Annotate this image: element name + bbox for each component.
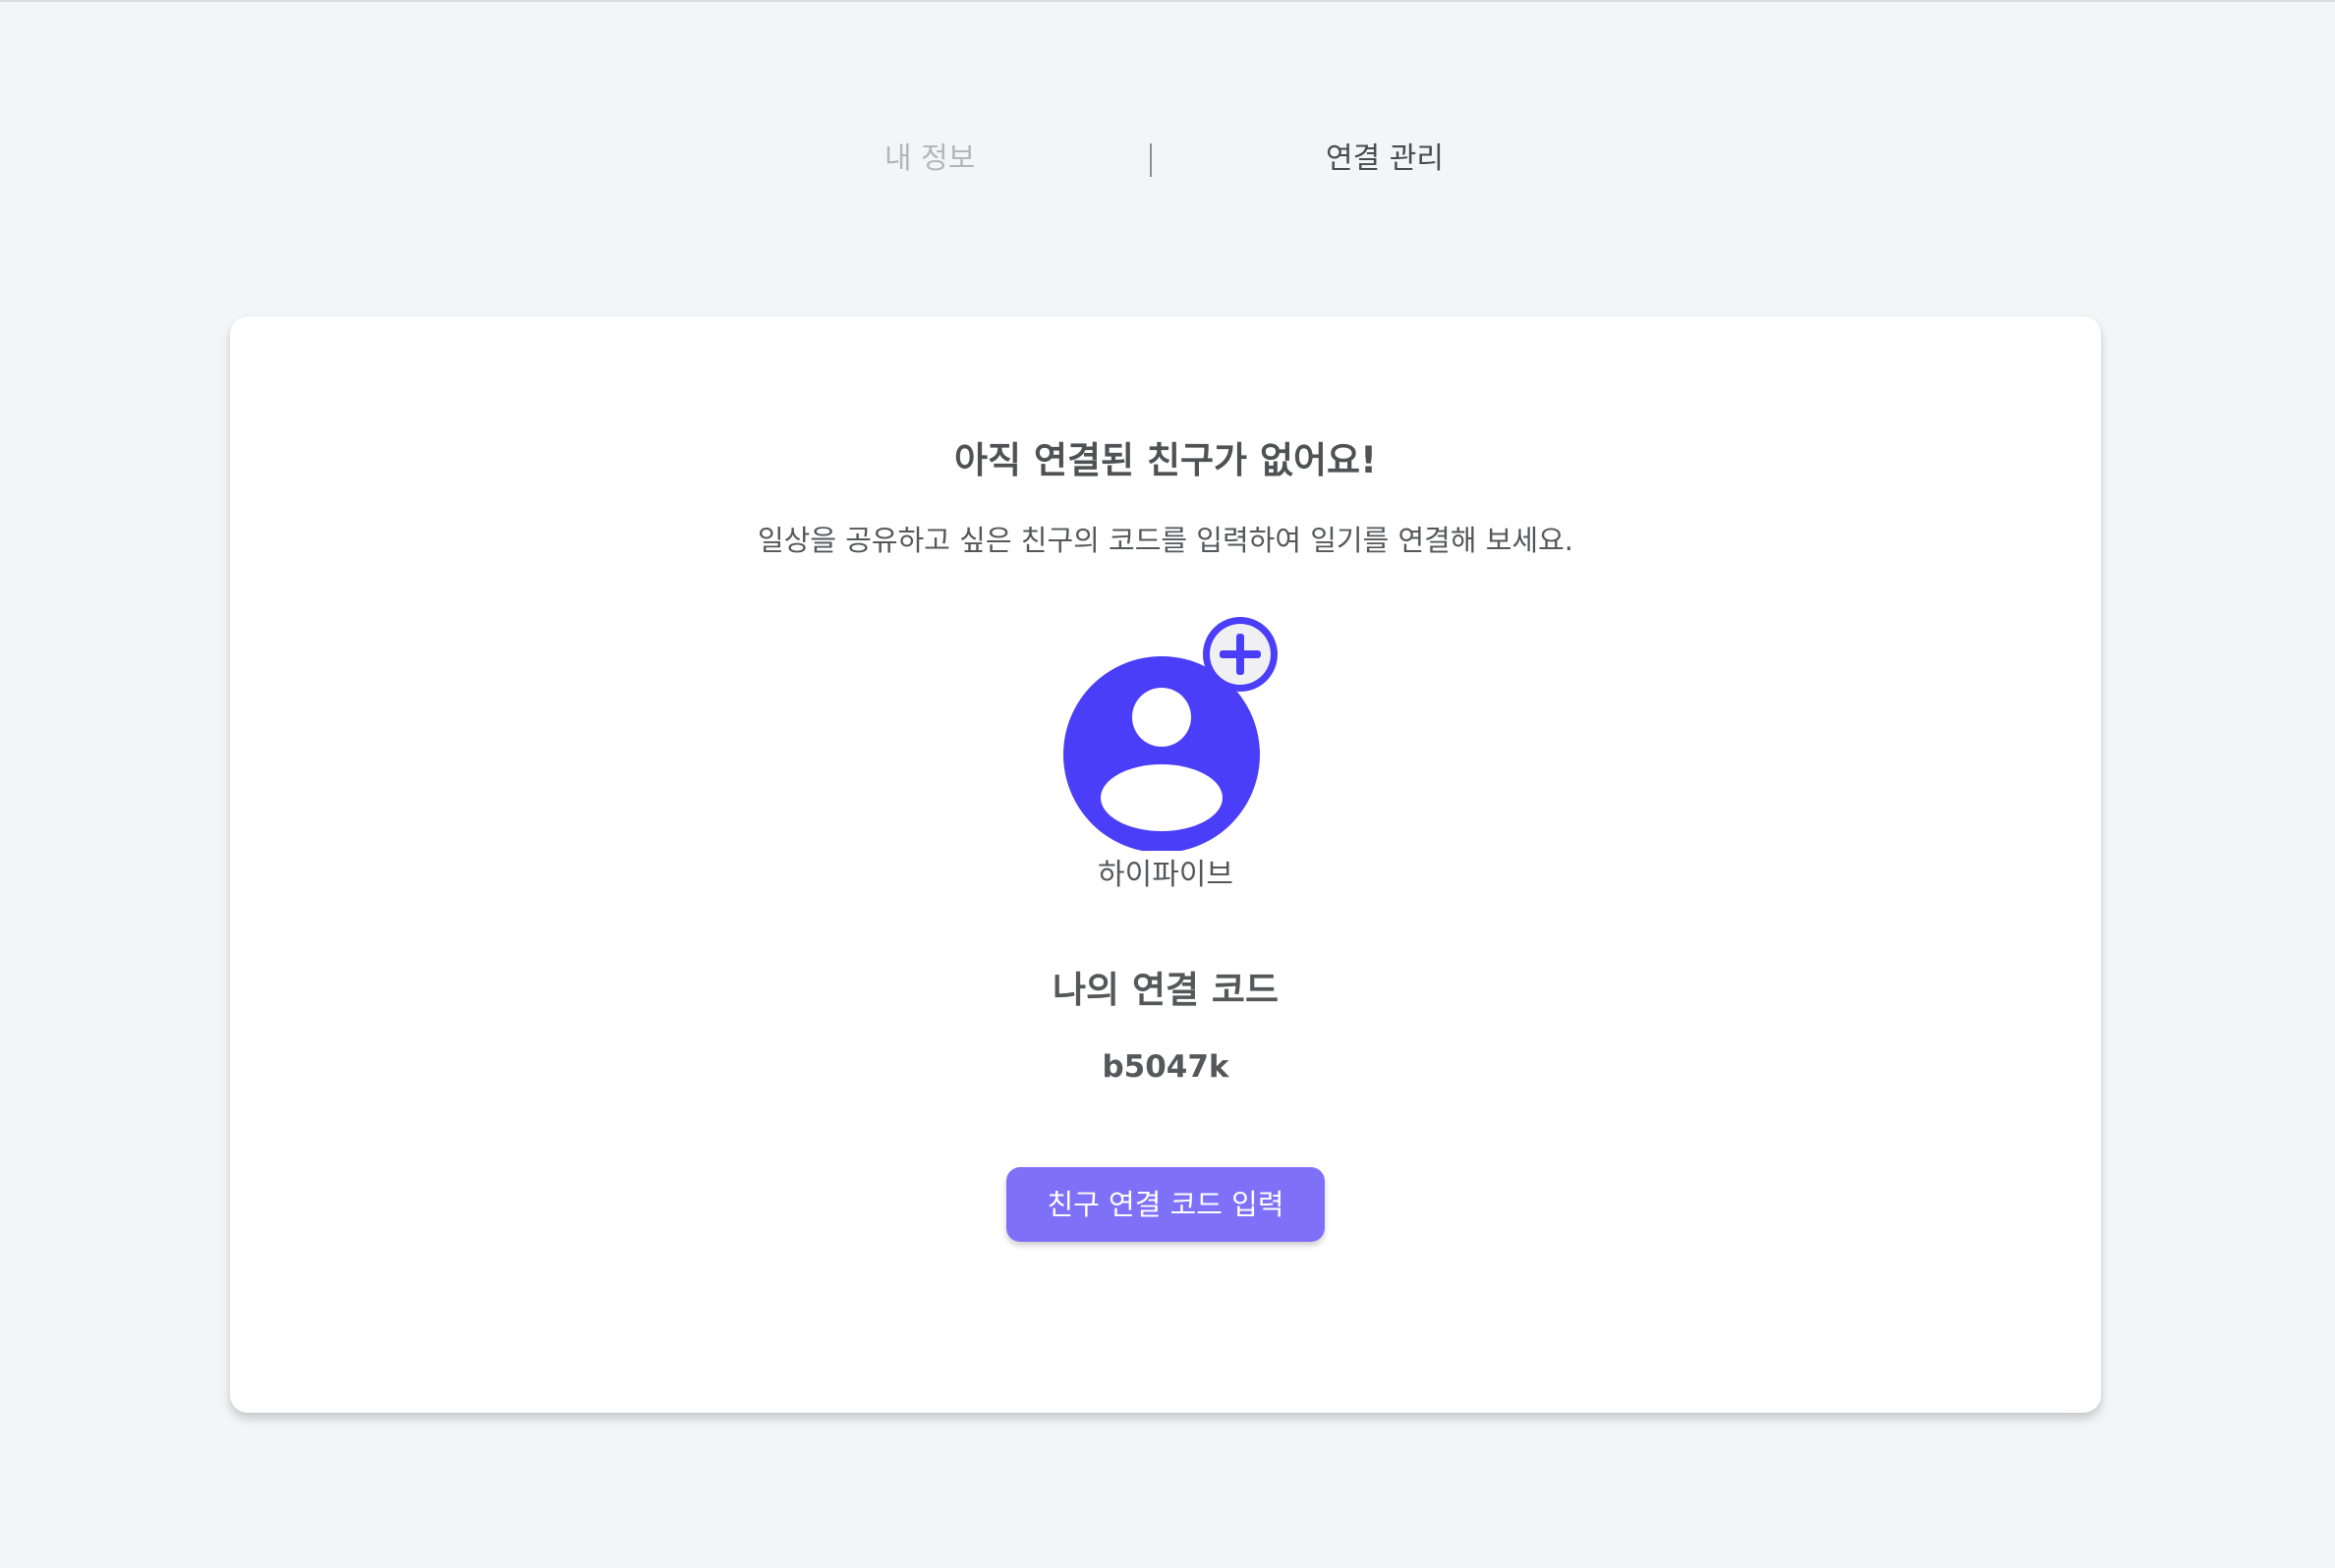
top-border xyxy=(0,0,2335,2)
user-circle-icon xyxy=(1063,617,1278,851)
tab-divider xyxy=(1150,143,1152,177)
empty-state-title: 아직 연결된 친구가 없어요! xyxy=(954,439,1377,481)
empty-state-description: 일상을 공유하고 싶은 친구의 코드를 입력하여 일기를 연결해 보세요. xyxy=(757,524,1573,557)
tab-profile[interactable]: 내 정보 xyxy=(884,136,975,183)
tab-bar: 내 정보 연결 관리 xyxy=(0,136,2335,183)
plus-circle-icon[interactable] xyxy=(1203,617,1278,692)
tab-connection-management[interactable]: 연결 관리 xyxy=(1326,136,1444,183)
avatar xyxy=(1063,615,1299,851)
username: 하이파이브 xyxy=(1098,858,1233,892)
enter-friend-code-button[interactable]: 친구 연결 코드 입력 xyxy=(1006,1167,1325,1242)
connection-code-value: b5047k xyxy=(1102,1049,1229,1085)
connection-code-label: 나의 연결 코드 xyxy=(1052,969,1279,1011)
connection-card: 아직 연결된 친구가 없어요! 일상을 공유하고 싶은 친구의 코드를 입력하여… xyxy=(230,316,2101,1413)
